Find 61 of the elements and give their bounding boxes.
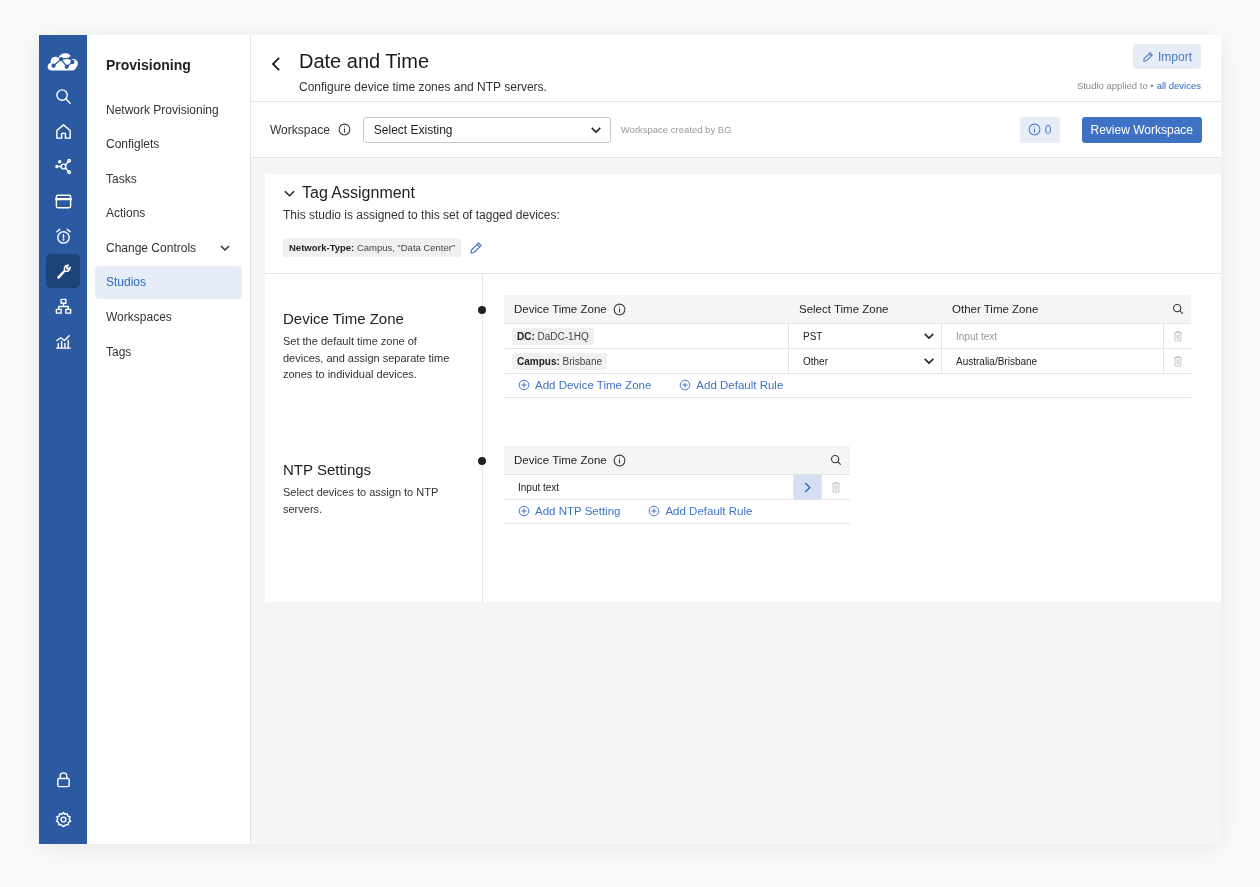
text-input-field[interactable]: Input text	[942, 324, 1164, 349]
sidebar-item[interactable]: Actions	[95, 196, 242, 230]
column-title: Device Time Zone	[514, 454, 607, 466]
sidebar-item[interactable]: Workspaces	[95, 300, 242, 334]
sidebar-title: Provisioning	[105, 56, 192, 75]
add-link[interactable]: Add NTP Setting	[518, 505, 621, 517]
page-subtitle: Configure device time zones and NTP servers.	[299, 80, 547, 94]
workspace-label: Workspace	[270, 122, 330, 137]
text-input-field[interactable]: Australia/Brisbane	[942, 349, 1164, 374]
hierarchy-icon[interactable]	[53, 296, 73, 316]
workspace-note: Workspace created by BG	[620, 124, 732, 135]
add-icon	[518, 505, 530, 517]
timeline-dot	[478, 457, 486, 465]
selected-nav-highlight[interactable]	[46, 254, 80, 288]
import-button[interactable]: Import	[1133, 44, 1201, 69]
tag-chip: Network-Type: Campus, “Data Center”	[283, 238, 462, 257]
column-title: Device Time Zone	[514, 303, 607, 315]
add-link[interactable]: Add Device Time Zone	[518, 379, 652, 391]
pencil-icon	[1142, 50, 1154, 63]
search-icon[interactable]	[830, 454, 842, 466]
sidebar-item[interactable]: Network Provisioning	[95, 93, 242, 126]
tag-assignment-description: This studio is assigned to this set of tagged devices:	[283, 208, 561, 222]
next-button[interactable]	[794, 475, 822, 500]
add-link[interactable]: Add Default Rule	[679, 379, 784, 391]
issues-count-button[interactable]: 0	[1019, 116, 1060, 143]
nodes-icon[interactable]	[53, 156, 73, 176]
add-icon	[679, 379, 692, 391]
all-devices-link[interactable]: all devices	[1156, 80, 1201, 91]
section-description: Select devices to assign to NTP servers.	[283, 485, 440, 517]
applied-label: Studio applied to •	[1076, 80, 1154, 91]
section-heading: NTP Settings	[283, 461, 373, 478]
timeline-dot	[478, 306, 486, 314]
search-icon[interactable]	[1171, 303, 1184, 315]
sidebar-item[interactable]: Tags	[95, 335, 242, 369]
section-heading: Device Time Zone	[283, 310, 405, 327]
settings-icon[interactable]	[53, 809, 73, 829]
add-icon	[518, 379, 530, 391]
info-icon	[1027, 123, 1041, 136]
sidebar-item[interactable]: Tasks	[95, 162, 242, 196]
add-link[interactable]: Add Default Rule	[648, 505, 753, 517]
column-title: Select Time Zone	[799, 303, 889, 315]
tag-assignment-toggle[interactable]: Tag Assignment	[283, 184, 1203, 202]
home-icon[interactable]	[53, 121, 73, 141]
sidebar-item[interactable]: Configlets	[95, 127, 242, 161]
workspace-select[interactable]: Select Existing	[362, 116, 611, 143]
review-workspace-button[interactable]: Review Workspace	[1081, 116, 1202, 143]
device-tag-chip: DC: DaDC-1HQ	[512, 327, 594, 345]
sidebar-item[interactable]: Change Controls	[95, 231, 242, 265]
alarm-clock-icon[interactable]	[53, 226, 73, 246]
device-tag-chip: Campus: Brisbane	[512, 352, 608, 370]
section-description: Set the default time zone of devices, and assign separate time zones to individual devices.	[283, 334, 451, 382]
section-title: Tag Assignment	[302, 184, 415, 202]
search-icon[interactable]	[53, 86, 73, 106]
page-title: Date and Time	[299, 50, 431, 73]
pencil-icon[interactable]	[469, 240, 484, 255]
text-input-field[interactable]: Input text	[504, 475, 794, 500]
add-icon	[648, 505, 661, 517]
sidebar-item[interactable]: Studios	[95, 265, 242, 299]
column-title: Other Time Zone	[952, 303, 1039, 315]
info-icon	[337, 123, 351, 136]
chevron-right-icon	[802, 480, 813, 494]
